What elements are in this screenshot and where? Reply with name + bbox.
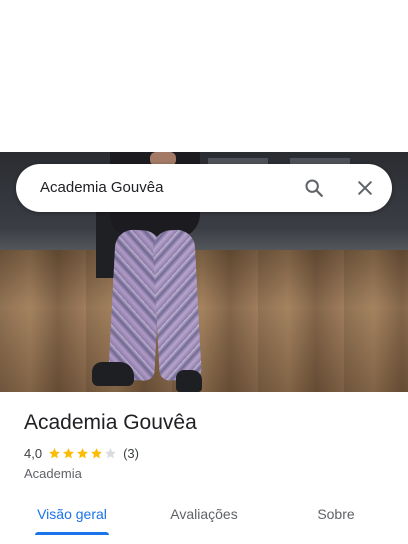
photo-floor-shade — [0, 250, 408, 392]
star-filled-icon — [91, 447, 102, 458]
rating-value: 4,0 — [24, 445, 43, 461]
place-title: Academia Gouvêa — [24, 411, 197, 434]
search-box[interactable]: Academia Gouvêa — [16, 164, 392, 212]
tab-selected-indicator — [35, 532, 109, 535]
search-button[interactable] — [302, 176, 326, 200]
photo-mat — [0, 230, 408, 252]
place-tabs: Visão geral Avaliações Sobre — [0, 496, 408, 536]
star-filled-icon — [49, 447, 60, 458]
star-filled-icon — [63, 447, 74, 458]
star-empty-icon — [105, 447, 116, 458]
photo-person-leg — [152, 229, 202, 381]
photo-person-shoe — [176, 370, 202, 392]
tab-reviews[interactable]: Avaliações — [156, 496, 252, 536]
review-count[interactable]: (3) — [123, 446, 139, 461]
search-icon — [305, 179, 323, 197]
search-input[interactable]: Academia Gouvêa — [40, 179, 163, 196]
close-icon — [358, 181, 372, 195]
rating-stars — [48, 447, 118, 460]
photo-person-shoe — [92, 362, 134, 386]
top-blank-area — [0, 0, 408, 152]
tab-overview[interactable]: Visão geral — [24, 496, 120, 536]
close-button[interactable] — [353, 176, 377, 200]
tab-about[interactable]: Sobre — [296, 496, 376, 536]
place-category[interactable]: Academia — [24, 466, 82, 481]
place-info-panel: Academia Gouvêa 4,0 (3) Academia Visão g… — [0, 392, 408, 544]
star-filled-icon — [77, 447, 88, 458]
rating-row[interactable]: 4,0 (3) — [24, 445, 139, 461]
